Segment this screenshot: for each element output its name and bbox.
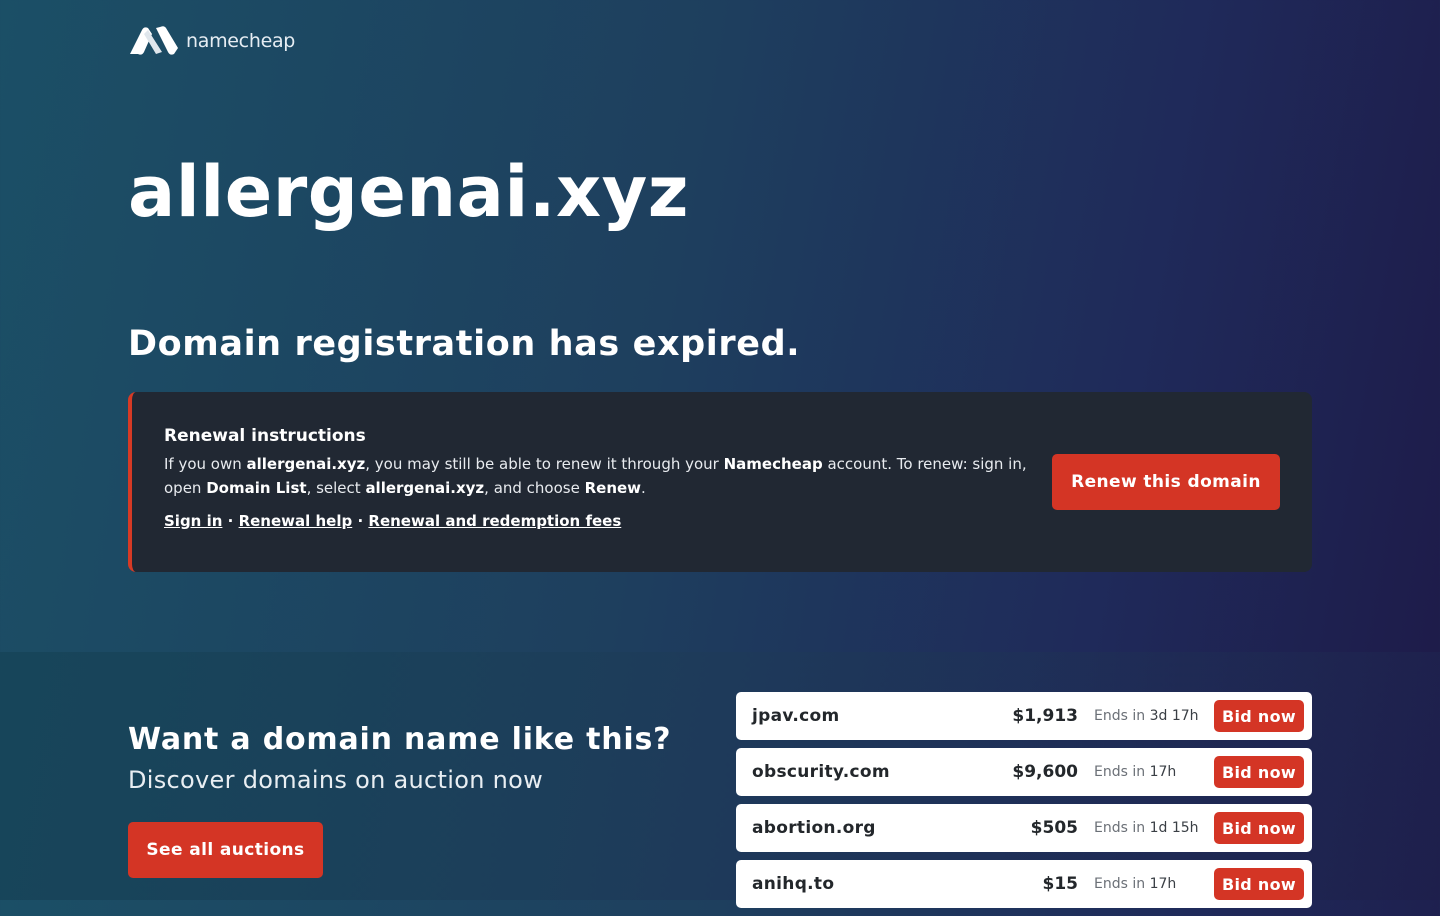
see-all-auctions-button[interactable]: See all auctions <box>128 822 323 878</box>
promo-subheading: Discover domains on auction now <box>128 766 544 794</box>
renewal-text-part: , select <box>306 479 366 497</box>
auction-domain-name[interactable]: abortion.org <box>752 818 958 838</box>
auction-item: jpav.com $1,913 Ends in 3d 17h Bid now <box>736 692 1312 740</box>
auction-list: jpav.com $1,913 Ends in 3d 17h Bid now o… <box>736 692 1312 916</box>
link-separator: · <box>357 512 364 530</box>
renewal-domain: allergenai.xyz <box>246 455 366 473</box>
ends-value: 1d 15h <box>1149 820 1199 836</box>
auction-ends: Ends in 1d 15h <box>1094 820 1214 836</box>
ends-value: 17h <box>1149 876 1177 892</box>
namecheap-logo-icon <box>130 26 178 55</box>
auction-price: $9,600 <box>1012 762 1078 782</box>
bid-now-button[interactable]: Bid now <box>1214 756 1304 788</box>
ends-value: 3d 17h <box>1149 708 1199 724</box>
bid-now-button[interactable]: Bid now <box>1214 812 1304 844</box>
auction-price: $1,913 <box>1012 706 1078 726</box>
renewal-text-part: If you own <box>164 455 247 473</box>
brand-name: namecheap <box>186 30 296 52</box>
auction-ends: Ends in 3d 17h <box>1094 708 1214 724</box>
renewal-text-part: , and choose <box>484 479 585 497</box>
bid-now-button[interactable]: Bid now <box>1214 700 1304 732</box>
promo-heading: Want a domain name like this? <box>128 722 672 757</box>
renewal-card: Renewal instructions If you own allergen… <box>128 392 1312 572</box>
link-separator: · <box>227 512 234 530</box>
status-heading: Domain registration has expired. <box>128 324 801 364</box>
auction-ends: Ends in 17h <box>1094 876 1214 892</box>
renewal-text-part: , you may still be able to renew it thro… <box>365 455 724 473</box>
renewal-heading: Renewal instructions <box>164 426 366 446</box>
ends-label: Ends in <box>1094 764 1146 780</box>
auction-item: obscurity.com $9,600 Ends in 17h Bid now <box>736 748 1312 796</box>
namecheap-logo[interactable]: namecheap <box>128 26 295 56</box>
auction-domain-name[interactable]: jpav.com <box>752 706 958 726</box>
auction-domain-name[interactable]: anihq.to <box>752 874 958 894</box>
sign-in-link[interactable]: Sign in <box>164 512 222 530</box>
auction-item: abortion.org $505 Ends in 1d 15h Bid now <box>736 804 1312 852</box>
auction-price: $15 <box>1042 874 1079 894</box>
renewal-fees-link[interactable]: Renewal and redemption fees <box>368 512 621 530</box>
renew-domain-button[interactable]: Renew this domain <box>1052 454 1280 510</box>
domain-list-label: Domain List <box>206 479 307 497</box>
renewal-help-link[interactable]: Renewal help <box>239 512 353 530</box>
auction-promo-section: Want a domain name like this? Discover d… <box>0 652 1440 908</box>
auction-domain-name[interactable]: obscurity.com <box>752 762 958 782</box>
ends-label: Ends in <box>1094 820 1146 836</box>
renewal-domain: allergenai.xyz <box>365 479 485 497</box>
renewal-instructions: If you own allergenai.xyz, you may still… <box>164 452 1034 500</box>
renew-action-label: Renew <box>584 479 642 497</box>
ends-label: Ends in <box>1094 708 1146 724</box>
auction-ends: Ends in 17h <box>1094 764 1214 780</box>
domain-title: allergenai.xyz <box>128 151 689 233</box>
auction-price: $505 <box>1030 818 1078 838</box>
ends-label: Ends in <box>1094 876 1146 892</box>
auction-item: anihq.to $15 Ends in 17h Bid now <box>736 860 1312 908</box>
registrar-name: Namecheap <box>723 455 823 473</box>
bid-now-button[interactable]: Bid now <box>1214 868 1304 900</box>
renewal-links: Sign in · Renewal help · Renewal and red… <box>164 512 1280 530</box>
renewal-text-part: . <box>641 479 646 497</box>
ends-value: 17h <box>1149 764 1177 780</box>
